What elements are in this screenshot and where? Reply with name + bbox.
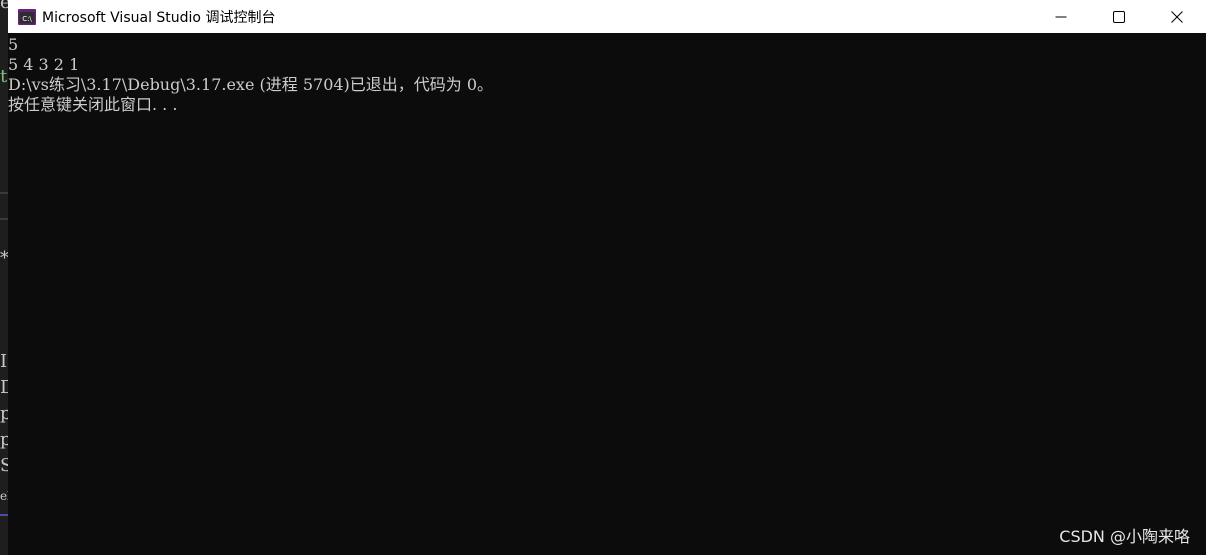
console-line: 5 bbox=[8, 35, 19, 54]
background-text-fragment: t bbox=[0, 66, 8, 87]
title-bar[interactable]: C:\ Microsoft Visual Studio 调试控制台 bbox=[8, 0, 1206, 33]
close-button[interactable] bbox=[1148, 0, 1206, 33]
close-icon bbox=[1171, 10, 1183, 23]
console-output[interactable]: 5 5 4 3 2 1 D:\vs练习\3.17\Debug\3.17.exe … bbox=[8, 35, 1206, 555]
maximize-button[interactable] bbox=[1090, 0, 1148, 33]
background-text-fragment: e bbox=[0, 0, 8, 13]
background-editor-strip: e t * I D p p S el bbox=[0, 0, 8, 555]
background-text-fragment: * bbox=[0, 250, 8, 268]
console-window: C:\ Microsoft Visual Studio 调试控制台 5 5 4 … bbox=[8, 0, 1206, 555]
background-text-fragment: el bbox=[0, 489, 8, 503]
maximize-icon bbox=[1113, 10, 1125, 23]
background-text-fragment: I bbox=[0, 351, 8, 372]
background-text-fragment: S bbox=[0, 455, 8, 476]
background-text-fragment: p bbox=[0, 429, 8, 450]
minimize-button[interactable] bbox=[1032, 0, 1090, 33]
minimize-icon bbox=[1055, 16, 1067, 17]
console-line: D:\vs练习\3.17\Debug\3.17.exe (进程 5704)已退出… bbox=[8, 75, 494, 94]
window-title: Microsoft Visual Studio 调试控制台 bbox=[42, 9, 276, 26]
background-text-fragment: D bbox=[0, 377, 8, 398]
console-line: 5 4 3 2 1 bbox=[8, 55, 80, 74]
csdn-watermark: CSDN @小陶来咯 bbox=[1059, 527, 1190, 546]
background-divider bbox=[0, 514, 8, 516]
window-controls bbox=[1032, 0, 1206, 33]
svg-text:C:\: C:\ bbox=[22, 15, 32, 23]
background-text-fragment: p bbox=[0, 403, 8, 424]
console-app-icon: C:\ bbox=[18, 8, 36, 25]
background-divider bbox=[0, 218, 8, 220]
background-divider bbox=[0, 192, 8, 194]
console-line: 按任意键关闭此窗口. . . bbox=[8, 95, 178, 114]
